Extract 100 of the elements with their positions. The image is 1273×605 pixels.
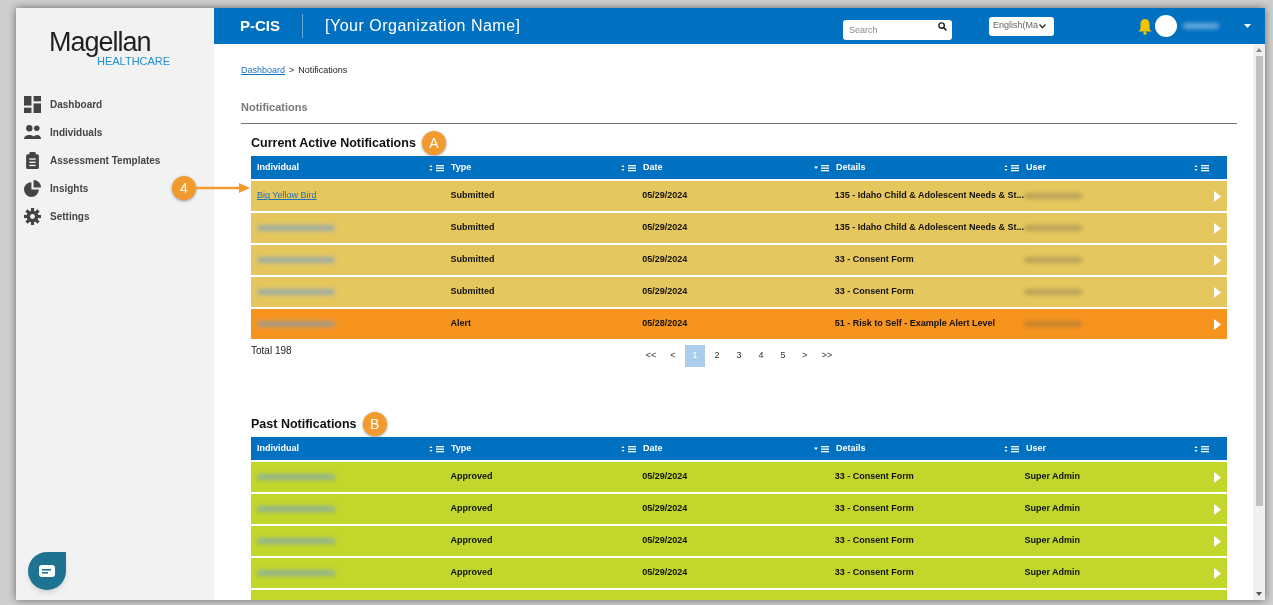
page-button[interactable]: 2 [707, 345, 727, 367]
table-cell: Submitted [450, 253, 495, 267]
table-cell: 05/29/2024 [642, 285, 688, 299]
search-field[interactable]: Search [843, 20, 952, 40]
table-row[interactable]: Approved 05/29/2024 33 - Consent Form Super Admin [251, 462, 1227, 492]
blurred-text [1024, 257, 1083, 263]
table-cell: Submitted [450, 189, 495, 203]
sidebar-item[interactable]: Assessment Templates [24, 150, 161, 170]
logo-tagline: HEALTHCARE [97, 56, 171, 67]
table-row[interactable]: Submitted 05/29/2024 33 - Consent Form [251, 277, 1227, 307]
app-name: P-CIS [214, 14, 303, 38]
table-cell: 05/29/2024 [642, 253, 688, 267]
table-cell: 05/28/2024 [642, 317, 688, 331]
sort-menu-icon[interactable] [1194, 163, 1210, 172]
table-cell: 33 - Consent Form [834, 470, 914, 484]
sort-desc-menu-icon[interactable] [814, 163, 830, 172]
table-cell: Approved [450, 534, 493, 548]
column-header[interactable]: Date [643, 441, 663, 456]
table-cell: 33 - Consent Form [834, 566, 914, 580]
table-cell: 05/29/2024 [642, 502, 688, 516]
table-row[interactable]: Approved 05/29/2024 33 - Consent Form Super Admin [251, 558, 1227, 588]
column-header[interactable]: Individual [257, 160, 299, 175]
table-cell: 33 - Consent Form [834, 534, 914, 548]
breadcrumb-current: Notifications [298, 64, 348, 78]
callout-arrow [196, 183, 250, 193]
table-cell: Super Admin [1024, 470, 1081, 484]
table-row[interactable]: Approved 05/29/2024 33 - Consent Form Super Admin [251, 494, 1227, 524]
blurred-text [1024, 321, 1083, 327]
sort-menu-icon[interactable] [429, 163, 445, 172]
table-row[interactable]: Approved 05/29/2024 33 - Consent Form Super Admin [251, 526, 1227, 556]
dashboard-icon [24, 95, 41, 113]
people-icon [24, 123, 41, 141]
sort-menu-icon[interactable] [1194, 444, 1210, 453]
sort-desc-menu-icon[interactable] [814, 444, 830, 453]
scrollbar[interactable] [1253, 44, 1265, 600]
sort-menu-icon[interactable] [621, 444, 637, 453]
page-button[interactable]: >> [817, 345, 837, 367]
scrollbar-thumb[interactable] [1255, 56, 1263, 506]
table-cell: 33 - Consent Form [834, 502, 914, 516]
blurred-text [1024, 193, 1083, 199]
column-header[interactable]: Details [836, 441, 866, 456]
blurred-text [1024, 225, 1083, 231]
breadcrumb-link[interactable]: Dashboard [241, 64, 286, 78]
scroll-up-icon[interactable] [1256, 48, 1262, 52]
bell-icon[interactable] [1138, 17, 1152, 35]
table-cell: Approved [450, 502, 493, 516]
table-row[interactable]: Submitted 05/29/2024 33 - Consent Form [251, 245, 1227, 275]
logo-wordmark: Magellan [49, 28, 151, 56]
sort-menu-icon[interactable] [1004, 444, 1020, 453]
scroll-down-icon[interactable] [1256, 592, 1262, 596]
table-cell: 05/29/2024 [642, 566, 688, 580]
sort-menu-icon[interactable] [621, 163, 637, 172]
table-cell: 135 - Idaho Child & Adolescent Needs & St... [834, 221, 1024, 235]
language-select[interactable]: English(Ma [989, 16, 1054, 36]
table-cell: 51 - Risk to Self - Example Alert Level [834, 317, 996, 331]
table-cell: Submitted [450, 285, 495, 299]
column-header[interactable]: User [1026, 441, 1046, 456]
table-cell: Super Admin [1024, 534, 1081, 548]
table-row[interactable]: Submitted 05/29/2024 135 - Idaho Child & Adolescent Needs & St... [251, 213, 1227, 243]
page-button[interactable]: 5 [773, 345, 793, 367]
table-cell: 05/29/2024 [642, 189, 688, 203]
blurred-text [1024, 289, 1083, 295]
column-header[interactable]: Date [643, 160, 663, 175]
page-button[interactable]: < [663, 345, 683, 367]
clipboard-icon [24, 151, 41, 169]
sidebar-item[interactable]: Dashboard [24, 94, 103, 114]
sidebar-item[interactable]: Individuals [24, 122, 103, 142]
page-button[interactable]: 3 [729, 345, 749, 367]
table-cell: Super Admin [1024, 566, 1081, 580]
callout-marker: A [421, 131, 446, 155]
column-header[interactable]: Type [451, 160, 472, 175]
table-cell: Submitted [450, 221, 495, 235]
organization-name: [Your Organization Name] [324, 16, 521, 36]
table-cell: 05/29/2024 [642, 470, 688, 484]
settings-icon [24, 207, 41, 225]
page-button[interactable]: << [641, 345, 661, 367]
sidebar-item[interactable]: Settings [24, 206, 90, 226]
table-cell: 05/29/2024 [642, 534, 688, 548]
search-icon [938, 21, 947, 31]
sort-menu-icon[interactable] [1004, 163, 1020, 172]
column-header[interactable]: Individual [257, 441, 299, 456]
column-header[interactable]: User [1026, 160, 1046, 175]
table-cell: 05/29/2024 [642, 221, 688, 235]
table-row[interactable]: Alert 05/28/2024 51 - Risk to Self - Example Alert Level [251, 309, 1227, 339]
breadcrumb-separator: > [289, 64, 295, 78]
table-cell: Alert [450, 317, 472, 331]
table-cell: 33 - Consent Form [834, 285, 914, 299]
column-header[interactable]: Details [836, 160, 866, 175]
chat-button[interactable] [28, 552, 66, 590]
page-button[interactable]: 4 [751, 345, 771, 367]
sort-menu-icon[interactable] [429, 444, 445, 453]
table-cell: Approved [450, 566, 493, 580]
table-cell: Super Admin [1024, 502, 1081, 516]
section-title: Current Active Notifications [251, 134, 416, 152]
avatar[interactable] [1155, 15, 1177, 37]
column-header[interactable]: Type [451, 441, 472, 456]
page-button[interactable]: > [795, 345, 815, 367]
sidebar-item[interactable]: Insights [24, 178, 89, 198]
caret-icon[interactable] [1244, 24, 1251, 28]
total-count: Total 198 [251, 344, 293, 358]
